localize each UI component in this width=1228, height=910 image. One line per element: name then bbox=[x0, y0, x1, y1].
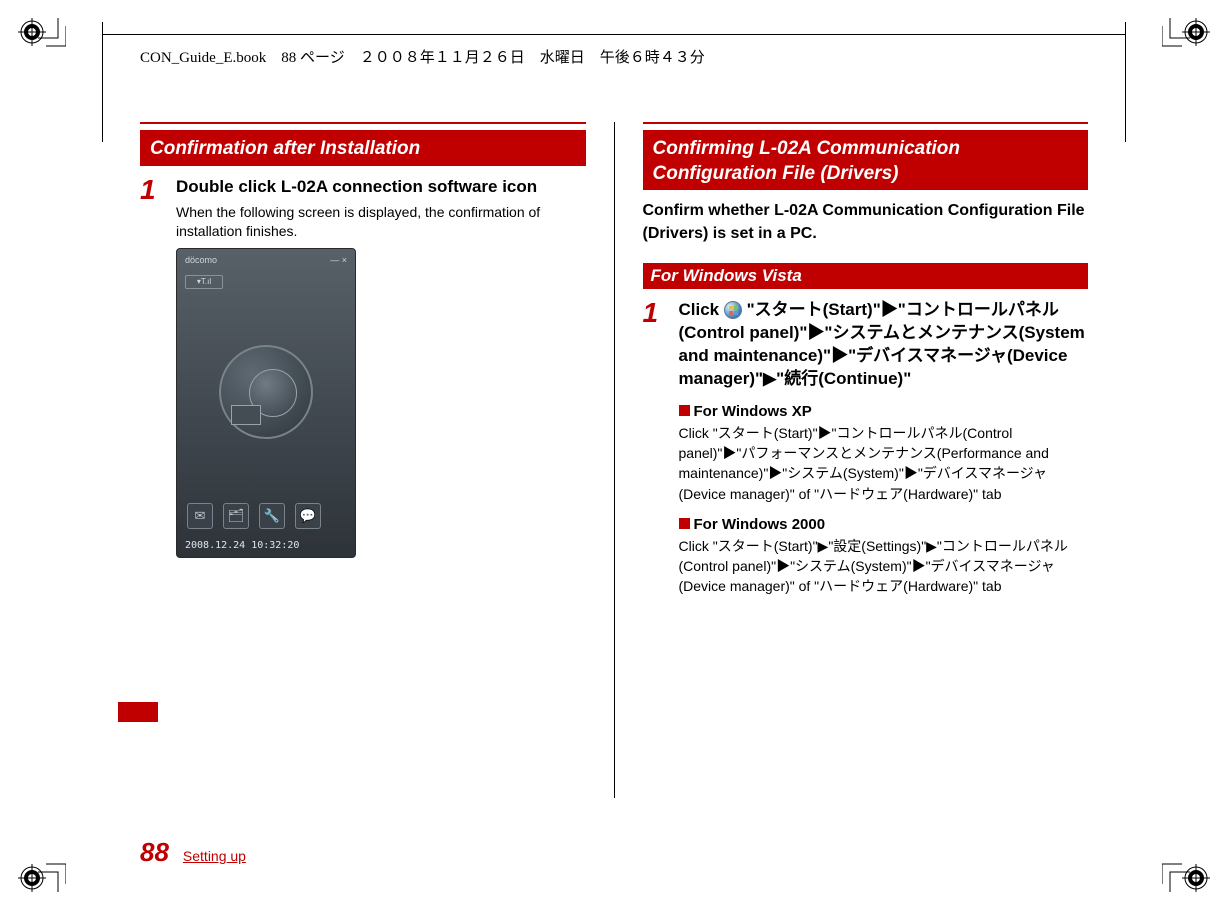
screenshot-timestamp: 2008.12.24 10:32:20 bbox=[185, 540, 299, 551]
column-divider bbox=[614, 122, 615, 798]
crop-mark-icon bbox=[18, 18, 66, 66]
section-heading-left: Confirmation after Installation bbox=[140, 130, 586, 166]
step-title-vista: Click "スタート(Start)"▶"コントロールパネル(Control p… bbox=[679, 299, 1089, 391]
section-name: Setting up bbox=[183, 848, 246, 864]
step-number: 1 bbox=[643, 299, 679, 391]
xp-body: Click "スタート(Start)"▶"コントロールパネル(Control p… bbox=[679, 423, 1089, 504]
step-number: 1 bbox=[140, 176, 176, 241]
step-title: Double click L-02A connection software i… bbox=[176, 176, 586, 199]
card-icon: 🗂 bbox=[223, 503, 249, 529]
page: CON_Guide_E.book 88 ページ ２００８年１１月２６日 水曜日 … bbox=[80, 12, 1148, 898]
signal-indicator-icon: ▾T.ıl bbox=[185, 275, 223, 289]
sub-item-xp: For Windows XP Click "スタート(Start)"▶"コントロ… bbox=[679, 401, 1089, 504]
sub-item-2000: For Windows 2000 Click "スタート(Start)"▶"設定… bbox=[679, 514, 1089, 597]
section-heading-right: Confirming L-02A Communication Configura… bbox=[643, 130, 1089, 190]
settings-icon: 🔧 bbox=[259, 503, 285, 529]
chat-icon: 💬 bbox=[295, 503, 321, 529]
page-footer: 88 Setting up bbox=[140, 837, 246, 868]
step-description: When the following screen is displayed, … bbox=[176, 203, 586, 241]
globe-icon bbox=[219, 345, 313, 439]
screenshot-brand: döcomo bbox=[185, 255, 217, 265]
crop-mark-icon bbox=[18, 844, 66, 892]
sub-heading-vista: For Windows Vista bbox=[643, 263, 1089, 289]
right-column: Confirming L-02A Communication Configura… bbox=[643, 122, 1089, 798]
window-buttons-icon: — × bbox=[330, 255, 347, 265]
intro-text: Confirm whether L-02A Communication Conf… bbox=[643, 200, 1089, 245]
crop-mark-icon bbox=[1162, 844, 1210, 892]
crop-mark-icon bbox=[1162, 18, 1210, 66]
software-screenshot: döcomo — × ▾T.ıl ✉ 🗂 🔧 💬 2008.12.24 10:3… bbox=[176, 248, 356, 558]
w2000-body: Click "スタート(Start)"▶"設定(Settings)"▶"コントロ… bbox=[679, 536, 1089, 597]
mail-icon: ✉ bbox=[187, 503, 213, 529]
side-tab-marker bbox=[118, 702, 158, 722]
page-number: 88 bbox=[140, 837, 169, 868]
bullet-icon bbox=[679, 405, 690, 416]
left-column: Confirmation after Installation 1 Double… bbox=[140, 122, 586, 798]
bullet-icon bbox=[679, 518, 690, 529]
laptop-icon bbox=[231, 405, 261, 425]
windows-orb-icon bbox=[724, 301, 742, 319]
header-rule bbox=[102, 34, 1126, 35]
header-filepath: CON_Guide_E.book 88 ページ ２００８年１１月２６日 水曜日 … bbox=[140, 46, 705, 67]
